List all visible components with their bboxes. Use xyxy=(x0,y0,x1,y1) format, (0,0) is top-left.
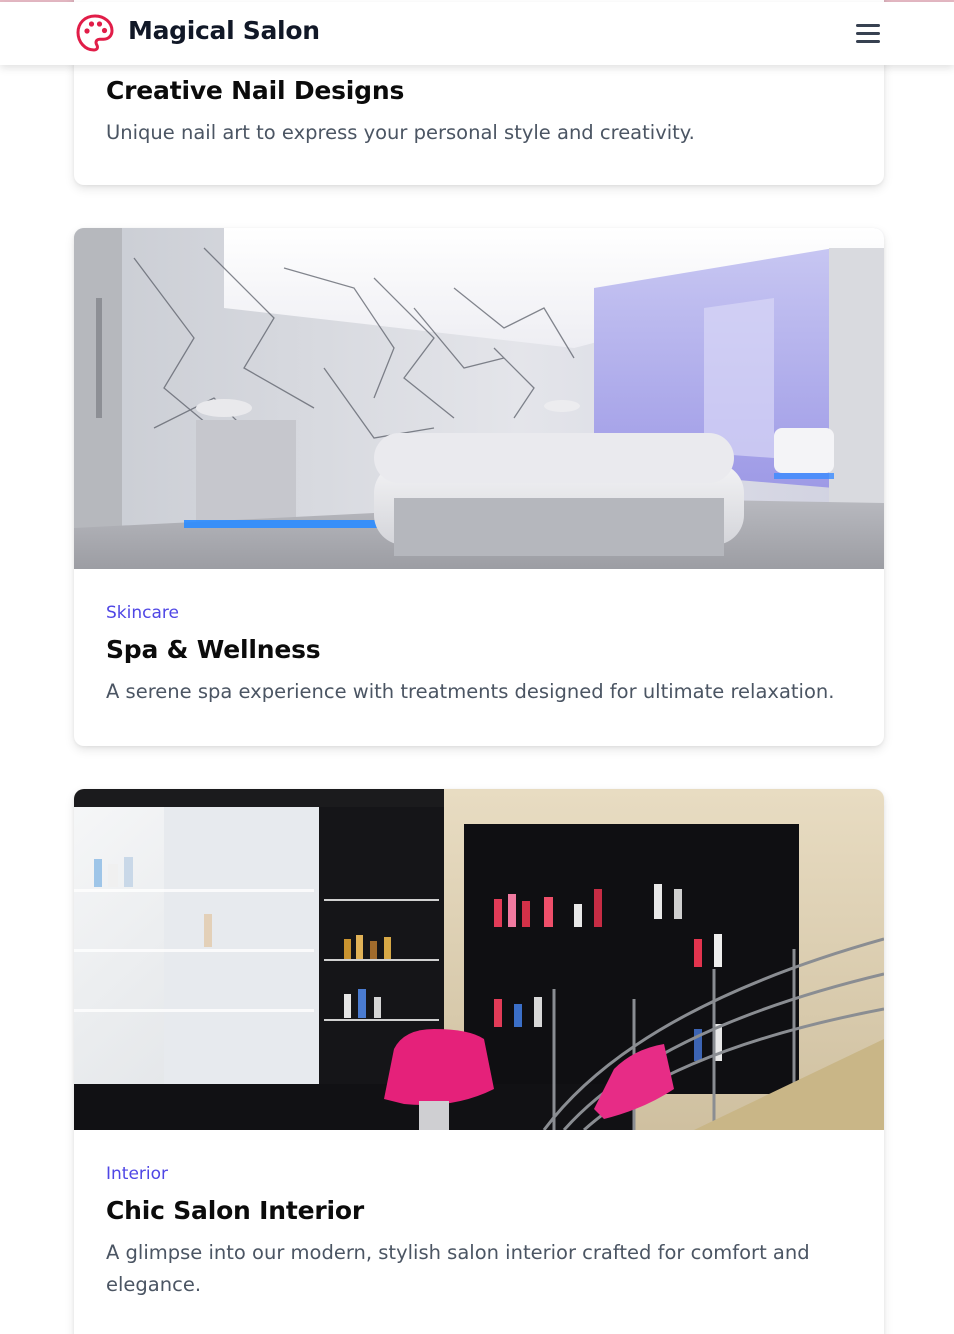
gallery-card-spa-wellness[interactable]: Skincare Spa & Wellness A serene spa exp… xyxy=(74,228,884,746)
card-body: Interior Chic Salon Interior A glimpse i… xyxy=(106,1164,852,1301)
card-title: Creative Nail Designs xyxy=(106,76,405,105)
card-title: Spa & Wellness xyxy=(106,635,321,664)
card-body: Skincare Spa & Wellness A serene spa exp… xyxy=(106,603,852,708)
salon-interior-image xyxy=(74,789,884,1130)
brand-name[interactable]: Magical Salon xyxy=(128,16,320,45)
card-category: Skincare xyxy=(106,603,179,623)
palette-icon[interactable] xyxy=(75,13,115,53)
card-description: A glimpse into our modern, stylish salon… xyxy=(106,1241,810,1296)
card-description: A serene spa experience with treatments … xyxy=(106,680,835,703)
card-body: Creative Nail Designs Unique nail art to… xyxy=(106,76,852,149)
card-description: Unique nail art to express your personal… xyxy=(106,121,695,144)
card-category: Interior xyxy=(106,1164,169,1184)
menu-bar xyxy=(856,24,880,27)
hamburger-menu-icon[interactable] xyxy=(852,20,884,48)
card-title: Chic Salon Interior xyxy=(106,1196,364,1225)
spa-room-image xyxy=(74,228,884,569)
menu-bar xyxy=(856,40,880,43)
gallery-card-salon-interior[interactable]: Interior Chic Salon Interior A glimpse i… xyxy=(74,789,884,1334)
site-header: Magical Salon xyxy=(0,2,954,65)
menu-bar xyxy=(856,32,880,35)
